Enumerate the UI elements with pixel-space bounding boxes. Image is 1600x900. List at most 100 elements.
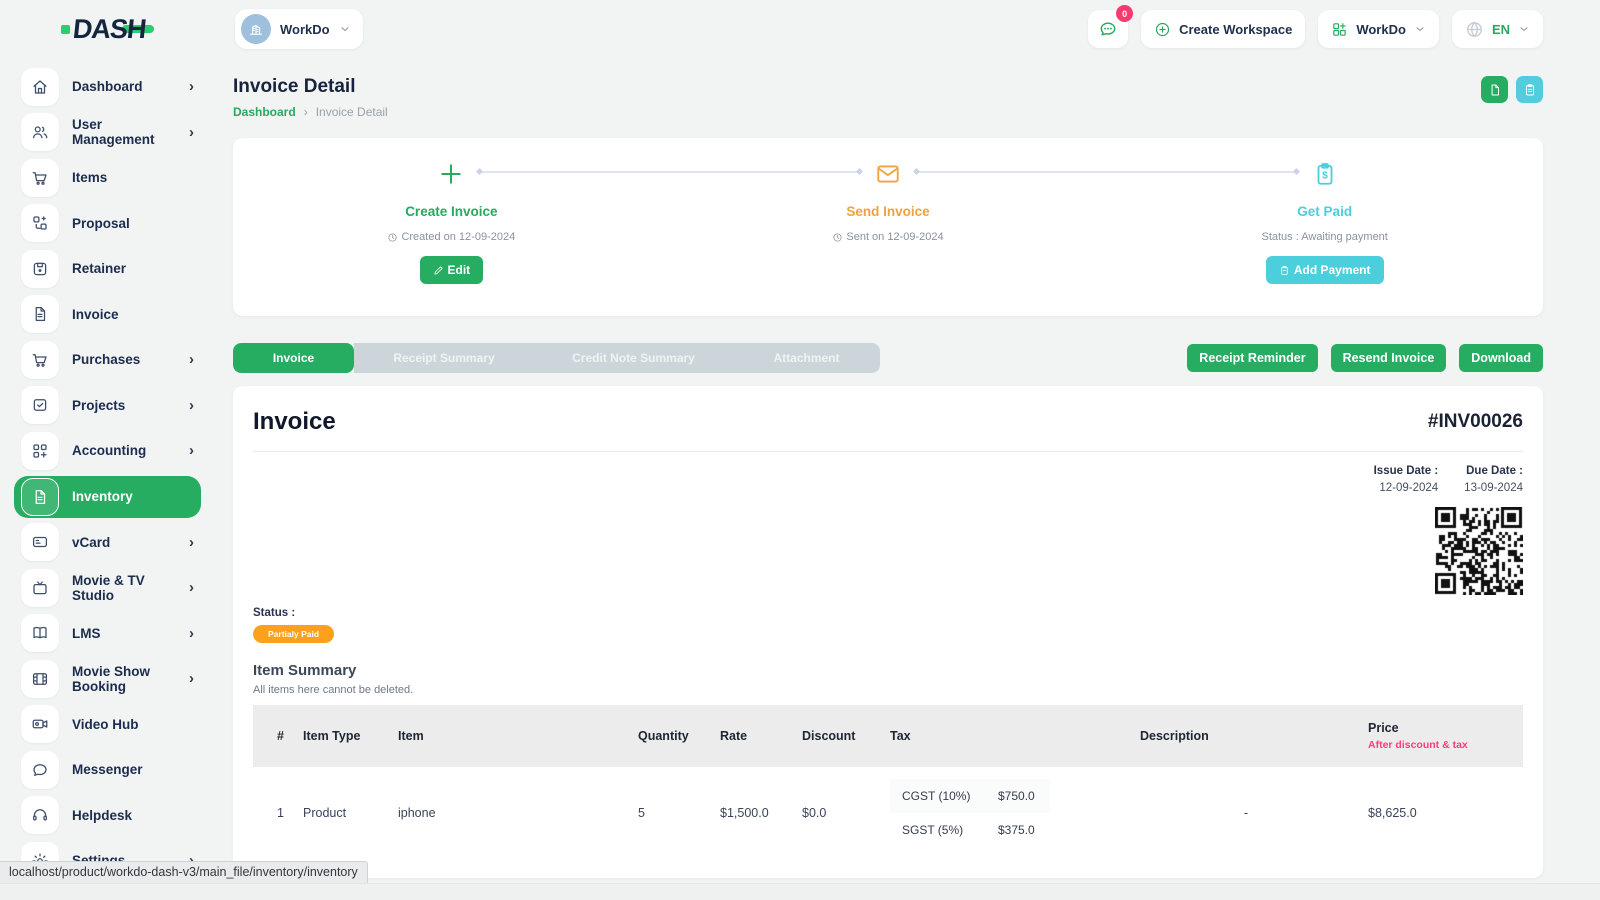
invoice-detail-card: Invoice #INV00026 Issue Date : 12-09-202… — [233, 386, 1543, 878]
sidebar-item-projects[interactable]: Projects› — [14, 383, 201, 429]
divider — [253, 451, 1523, 452]
apps-dropdown-label: WorkDo — [1356, 22, 1406, 37]
resend-invoice-button[interactable]: Resend Invoice — [1331, 344, 1447, 372]
messages-button[interactable]: 0 — [1088, 10, 1128, 48]
table-row: 1 Product iphone 5 $1,500.0 $0.0 CGST (1… — [253, 767, 1523, 859]
status-badge: Partialy Paid — [253, 625, 334, 643]
sidebar-item-user-management[interactable]: User Management› — [14, 110, 201, 156]
film-icon — [21, 660, 59, 698]
download-button[interactable]: Download — [1459, 344, 1543, 372]
cell-item: iphone — [390, 767, 630, 859]
svg-text:$: $ — [1322, 171, 1328, 182]
col-price: Price After discount & tax — [1360, 705, 1523, 767]
chevron-down-icon — [1414, 23, 1426, 35]
sidebar-item-movie-tv-studio[interactable]: Movie & TV Studio› — [14, 565, 201, 611]
plus-circle-icon — [1154, 21, 1171, 38]
cell-rate: $1,500.0 — [712, 767, 794, 859]
sidebar-item-purchases[interactable]: Purchases› — [14, 337, 201, 383]
sidebar-item-video-hub[interactable]: Video Hub — [14, 702, 201, 748]
cell-description: - — [1132, 767, 1360, 859]
due-date-label: Due Date : — [1464, 465, 1523, 477]
cell-item-type: Product — [295, 767, 390, 859]
cell-index: 1 — [253, 767, 295, 859]
sidebar-item-proposal[interactable]: Proposal — [14, 201, 201, 247]
due-date-value: 13-09-2024 — [1464, 482, 1523, 494]
qr-code — [1435, 507, 1523, 595]
cart-icon — [21, 341, 59, 379]
chevron-down-icon — [339, 23, 351, 35]
create-workspace-label: Create Workspace — [1179, 22, 1292, 37]
grid-plus-icon — [1331, 21, 1348, 38]
file-icon — [21, 478, 59, 516]
clipboard-icon — [1523, 83, 1537, 97]
tab-receipt-summary[interactable]: Receipt Summary — [354, 343, 534, 373]
chevron-right-icon: › — [189, 351, 194, 368]
logo-dot — [61, 25, 70, 34]
file-icon — [21, 295, 59, 333]
pencil-icon — [433, 265, 444, 276]
col-description: Description — [1132, 705, 1360, 767]
card-icon — [21, 523, 59, 561]
building-icon — [248, 21, 264, 37]
tab-attachment[interactable]: Attachment — [733, 343, 880, 373]
issue-date-value: 12-09-2024 — [1374, 482, 1439, 494]
sidebar-item-accounting[interactable]: Accounting› — [14, 428, 201, 474]
cell-price: $8,625.0 — [1360, 767, 1523, 859]
chevron-right-icon: › — [189, 579, 194, 596]
clock-icon — [832, 232, 843, 243]
workspace-switcher[interactable]: WorkDo — [235, 9, 363, 49]
sidebar-item-lms[interactable]: LMS› — [14, 611, 201, 657]
tab-credit-note-summary[interactable]: Credit Note Summary — [534, 343, 733, 373]
breadcrumb-separator: › — [304, 105, 308, 119]
language-dropdown[interactable]: EN — [1452, 10, 1543, 48]
chevron-right-icon: › — [189, 442, 194, 459]
export-invoice-button[interactable] — [1481, 76, 1508, 103]
sidebar-item-retainer[interactable]: Retainer — [14, 246, 201, 292]
sidebar-item-dashboard[interactable]: Dashboard› — [14, 64, 201, 110]
home-icon — [21, 68, 59, 106]
col-quantity: Quantity — [630, 705, 712, 767]
sidebar-item-helpdesk[interactable]: Helpdesk — [14, 793, 201, 839]
page-title: Invoice Detail — [233, 76, 388, 98]
sidebar-item-messenger[interactable]: Messenger — [14, 747, 201, 793]
receipt-reminder-button[interactable]: Receipt Reminder — [1187, 344, 1317, 372]
sidebar-item-items[interactable]: Items — [14, 155, 201, 201]
chevron-right-icon: › — [189, 670, 194, 687]
bottom-strip — [0, 883, 1600, 900]
breadcrumb: Dashboard › Invoice Detail — [233, 105, 388, 119]
sidebar-item-invoice[interactable]: Invoice — [14, 292, 201, 338]
cell-tax: CGST (10%) $750.0 SGST (5%) $375.0 — [882, 767, 1132, 859]
save-icon — [21, 250, 59, 288]
table-header-row: # Item Type Item Quantity Rate Discount … — [253, 705, 1523, 767]
apps-dropdown[interactable]: WorkDo — [1318, 10, 1439, 48]
headset-icon — [21, 796, 59, 834]
book-icon — [21, 614, 59, 652]
copy-invoice-button[interactable] — [1516, 76, 1543, 103]
sidebar-item-movie-show-booking[interactable]: Movie Show Booking› — [14, 656, 201, 702]
col-tax: Tax — [882, 705, 1132, 767]
sidebar: Dashboard› User Management› Items Propos… — [0, 58, 215, 900]
cart-icon — [21, 159, 59, 197]
sidebar-item-vcard[interactable]: vCard› — [14, 520, 201, 566]
tax-line: CGST (10%) $750.0 — [890, 779, 1050, 813]
blocks-icon — [21, 204, 59, 242]
messages-count-badge: 0 — [1116, 5, 1133, 22]
add-payment-button[interactable]: Add Payment — [1266, 256, 1384, 284]
cell-discount: $0.0 — [794, 767, 882, 859]
breadcrumb-dashboard-link[interactable]: Dashboard — [233, 105, 296, 119]
payment-icon — [1279, 265, 1290, 276]
cell-quantity: 5 — [630, 767, 712, 859]
invoice-heading: Invoice — [253, 408, 336, 436]
col-index: # — [253, 705, 295, 767]
invoice-number: #INV00026 — [1428, 411, 1523, 433]
sidebar-item-inventory[interactable]: Inventory — [14, 476, 201, 518]
tab-invoice[interactable]: Invoice — [233, 343, 354, 373]
col-item: Item — [390, 705, 630, 767]
chevron-right-icon: › — [189, 397, 194, 414]
item-summary-title: Item Summary — [253, 662, 1523, 679]
create-workspace-button[interactable]: Create Workspace — [1141, 10, 1305, 48]
items-table: # Item Type Item Quantity Rate Discount … — [253, 705, 1523, 859]
edit-invoice-button[interactable]: Edit — [420, 256, 484, 284]
app-logo[interactable]: DASH — [0, 14, 215, 45]
issue-date-label: Issue Date : — [1374, 465, 1439, 477]
